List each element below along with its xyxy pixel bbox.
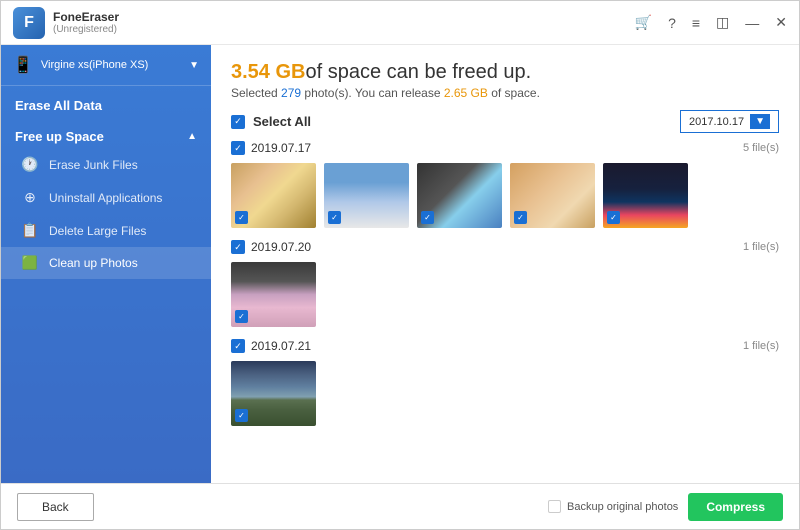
sidebar-item-label: Uninstall Applications	[49, 191, 162, 205]
date-filter-value: 2017.10.17	[689, 116, 744, 128]
group-header-1: ✓ 2019.07.17 5 file(s)	[231, 141, 779, 155]
free-space-section: Free up Space ▲ 🕐 Erase Junk Files ⊕ Uni…	[1, 119, 211, 285]
clock-icon: 🕐	[21, 156, 39, 173]
free-space-title[interactable]: Free up Space	[15, 129, 104, 144]
title-bar-left: F FoneEraser (Unregistered)	[13, 7, 119, 39]
group-checkbox-2[interactable]: ✓	[231, 240, 245, 254]
date-dropdown-arrow[interactable]: ▼	[750, 114, 770, 129]
select-all-row: ✓ Select All 2017.10.17 ▼	[231, 110, 779, 133]
photo-thumb[interactable]: ✓	[231, 361, 316, 426]
device-name: Virgine xs(iPhone XS)	[41, 59, 181, 71]
cart-icon[interactable]: 🛒	[635, 14, 652, 31]
group-header-3: ✓ 2019.07.21 1 file(s)	[231, 339, 779, 353]
sidebar-item-clean-photos[interactable]: 🟩 Clean up Photos	[1, 247, 211, 279]
free-space-header: Free up Space ▲	[1, 125, 211, 148]
sidebar-item-uninstall-apps[interactable]: ⊕ Uninstall Applications	[1, 181, 211, 214]
group-date-3: ✓ 2019.07.21	[231, 339, 311, 353]
files-icon: 📋	[21, 222, 39, 239]
photo-thumb[interactable]: ✓	[231, 262, 316, 327]
photo-checkbox[interactable]: ✓	[235, 211, 248, 224]
group-date-1: ✓ 2019.07.17	[231, 141, 311, 155]
group-checkbox-1[interactable]: ✓	[231, 141, 245, 155]
sidebar-item-label: Erase Junk Files	[49, 158, 138, 172]
photo-checkbox[interactable]: ✓	[607, 211, 620, 224]
sidebar-item-delete-large[interactable]: 📋 Delete Large Files	[1, 214, 211, 247]
apps-icon: ⊕	[21, 189, 39, 206]
collapse-icon[interactable]: ▲	[187, 131, 197, 142]
phone-icon: 📱	[13, 55, 33, 75]
sidebar-item-label: Delete Large Files	[49, 224, 146, 238]
app-info: FoneEraser (Unregistered)	[53, 10, 119, 35]
date-filter-wrapper: 2017.10.17 ▼	[680, 110, 779, 133]
help-icon[interactable]: ?	[668, 15, 676, 31]
backup-label: Backup original photos	[567, 501, 678, 513]
photo-checkbox[interactable]: ✓	[328, 211, 341, 224]
back-button[interactable]: Back	[17, 493, 94, 521]
space-subtitle: Selected 279 photo(s). You can release 2…	[231, 86, 779, 100]
group-date-label: 2019.07.21	[251, 339, 311, 353]
main-content: 📱 Virgine xs(iPhone XS) ▼ Erase All Data…	[1, 45, 799, 483]
sidebar-item-erase-junk[interactable]: 🕐 Erase Junk Files	[1, 148, 211, 181]
title-bar-controls: 🛒 ? ≡ ◫ — ✕	[635, 14, 787, 31]
release-amount: 2.65 GB	[444, 86, 488, 100]
select-all-checkbox[interactable]: ✓	[231, 115, 245, 129]
group-date-label: 2019.07.17	[251, 141, 311, 155]
space-amount: 3.54 GB	[231, 61, 305, 83]
select-all-label[interactable]: Select All	[253, 114, 311, 129]
compress-button[interactable]: Compress	[688, 493, 783, 521]
device-chevron-icon: ▼	[189, 60, 199, 71]
photo-checkbox[interactable]: ✓	[235, 409, 248, 422]
space-text: of space can be freed up.	[305, 61, 531, 83]
backup-checkbox[interactable]	[548, 500, 561, 513]
date-dropdown[interactable]: 2017.10.17 ▼	[680, 110, 779, 133]
photo-thumb[interactable]: ✓	[603, 163, 688, 228]
app-subtitle: (Unregistered)	[53, 24, 119, 35]
photo-checkbox[interactable]: ✓	[235, 310, 248, 323]
group-count-1: 5 file(s)	[743, 142, 779, 154]
photo-checkbox[interactable]: ✓	[514, 211, 527, 224]
group-date-label: 2019.07.20	[251, 240, 311, 254]
monitor-icon[interactable]: ◫	[716, 14, 729, 31]
photos-icon: 🟩	[21, 255, 39, 271]
photo-thumb[interactable]: ✓	[510, 163, 595, 228]
photo-group-2: ✓ 2019.07.20 1 file(s) ✓	[231, 240, 779, 327]
content-header: 3.54 GBof space can be freed up. Selecte…	[231, 61, 779, 100]
photo-group-1: ✓ 2019.07.17 5 file(s) ✓ ✓ ✓	[231, 141, 779, 228]
backup-checkbox-row: Backup original photos	[548, 500, 678, 513]
photo-grid-1: ✓ ✓ ✓ ✓ ✓	[231, 163, 779, 228]
app-window: F FoneEraser (Unregistered) 🛒 ? ≡ ◫ — ✕ …	[0, 0, 800, 530]
photo-thumb[interactable]: ✓	[324, 163, 409, 228]
photo-group-3: ✓ 2019.07.21 1 file(s) ✓	[231, 339, 779, 426]
select-all-left: ✓ Select All	[231, 114, 311, 129]
group-count-3: 1 file(s)	[743, 340, 779, 352]
menu-icon[interactable]: ≡	[692, 15, 700, 31]
app-icon: F	[13, 7, 45, 39]
sidebar-item-label: Clean up Photos	[49, 256, 138, 270]
app-name: FoneEraser	[53, 10, 119, 24]
selected-count: 279	[281, 86, 301, 100]
device-selector[interactable]: 📱 Virgine xs(iPhone XS) ▼	[1, 45, 211, 86]
space-freed-title: 3.54 GBof space can be freed up.	[231, 61, 779, 84]
sidebar-item-erase-all[interactable]: Erase All Data	[1, 86, 211, 119]
photo-checkbox[interactable]: ✓	[421, 211, 434, 224]
content-area: 3.54 GBof space can be freed up. Selecte…	[211, 45, 799, 483]
bottom-right: Backup original photos Compress	[548, 493, 783, 521]
close-button[interactable]: ✕	[775, 14, 787, 31]
title-bar: F FoneEraser (Unregistered) 🛒 ? ≡ ◫ — ✕	[1, 1, 799, 45]
group-checkbox-3[interactable]: ✓	[231, 339, 245, 353]
photo-grid-2: ✓	[231, 262, 779, 327]
group-header-2: ✓ 2019.07.20 1 file(s)	[231, 240, 779, 254]
group-date-2: ✓ 2019.07.20	[231, 240, 311, 254]
minimize-button[interactable]: —	[745, 15, 759, 31]
bottom-bar: Back Backup original photos Compress	[1, 483, 799, 529]
photo-grid-3: ✓	[231, 361, 779, 426]
sidebar: 📱 Virgine xs(iPhone XS) ▼ Erase All Data…	[1, 45, 211, 483]
group-count-2: 1 file(s)	[743, 241, 779, 253]
photo-thumb[interactable]: ✓	[417, 163, 502, 228]
photo-thumb[interactable]: ✓	[231, 163, 316, 228]
